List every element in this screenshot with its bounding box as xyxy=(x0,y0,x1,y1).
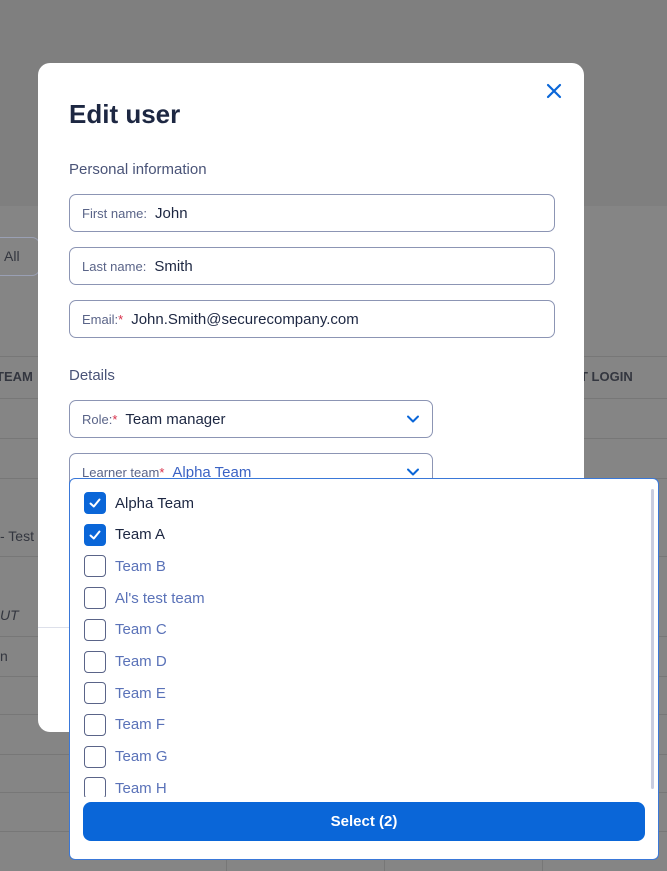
checkbox-unchecked[interactable] xyxy=(84,650,106,673)
team-option[interactable]: Team A xyxy=(84,523,165,547)
column-header-last-login: T LOGIN xyxy=(580,369,633,384)
role-label: Role:* xyxy=(82,411,118,427)
team-option[interactable]: Team G xyxy=(84,745,168,769)
checkbox-unchecked[interactable] xyxy=(84,745,106,768)
filter-label: All xyxy=(4,248,20,264)
team-option-label: Team E xyxy=(115,684,166,702)
team-option-label: Team H xyxy=(115,779,167,797)
checkbox-unchecked[interactable] xyxy=(84,713,106,736)
select-button[interactable]: Select (2) xyxy=(83,802,645,841)
column-header-team: TEAM xyxy=(0,369,33,384)
team-option-label: Team G xyxy=(115,748,168,766)
team-option[interactable]: Team C xyxy=(84,618,167,642)
team-option[interactable]: Team B xyxy=(84,554,166,578)
last-name-field[interactable]: Last name: Smith xyxy=(69,247,555,285)
checkbox-unchecked[interactable] xyxy=(84,682,106,705)
team-option[interactable]: Team E xyxy=(84,681,166,705)
table-cell-text: - Test xyxy=(0,528,34,544)
first-name-label: First name: xyxy=(82,205,148,221)
chevron-down-icon xyxy=(407,468,419,476)
checkmark-icon xyxy=(89,498,101,508)
team-option-list[interactable]: Alpha Team Team A Team B Al's test team Team… xyxy=(70,487,658,797)
close-icon xyxy=(546,83,562,99)
role-select[interactable]: Role:* Team manager xyxy=(69,400,433,438)
checkbox-unchecked[interactable] xyxy=(84,777,106,797)
last-name-value: Smith xyxy=(154,257,193,275)
details-heading: Details xyxy=(69,367,115,384)
checkbox-checked[interactable] xyxy=(84,492,106,514)
first-name-field[interactable]: First name: John xyxy=(69,194,555,232)
team-option[interactable]: Alpha Team xyxy=(84,491,194,515)
first-name-value: John xyxy=(155,204,188,222)
team-option-label: Al's test team xyxy=(115,589,205,607)
table-cell-text: n xyxy=(0,648,8,664)
team-option-label: Team D xyxy=(115,653,167,670)
team-option[interactable]: Team F xyxy=(84,713,165,737)
learner-team-dropdown: Alpha Team Team A Team B Al's test team Team… xyxy=(69,478,659,860)
table-cell-text: UT xyxy=(0,607,19,623)
team-option-label: Alpha Team xyxy=(115,494,194,512)
checkmark-icon xyxy=(89,530,101,540)
team-option-label: Team F xyxy=(115,716,166,734)
checkbox-unchecked[interactable] xyxy=(84,555,106,578)
chevron-down-icon xyxy=(407,415,419,423)
close-button[interactable] xyxy=(544,81,564,101)
team-option[interactable]: Team H xyxy=(84,776,167,797)
email-field[interactable]: Email:* John.Smith@securecompany.com xyxy=(69,300,555,338)
checkbox-unchecked[interactable] xyxy=(84,618,106,641)
email-label: Email:* xyxy=(82,311,124,327)
team-option[interactable]: Al's test team xyxy=(84,586,205,610)
team-option[interactable]: Team D xyxy=(84,650,167,674)
scrollbar[interactable] xyxy=(651,489,654,789)
team-option-label: Team A xyxy=(115,526,166,544)
required-marker: * xyxy=(112,411,118,427)
team-option-label: Team C xyxy=(115,621,167,639)
team-option-label: Team B xyxy=(115,557,166,575)
checkbox-checked[interactable] xyxy=(84,523,106,546)
checkbox-unchecked[interactable] xyxy=(84,587,106,610)
required-marker: * xyxy=(118,311,124,327)
modal-title: Edit user xyxy=(69,99,181,129)
personal-information-heading: Personal information xyxy=(69,161,207,178)
last-name-label: Last name: xyxy=(82,258,147,274)
email-value: John.Smith@securecompany.com xyxy=(131,310,359,328)
role-value: Team manager xyxy=(125,410,226,428)
